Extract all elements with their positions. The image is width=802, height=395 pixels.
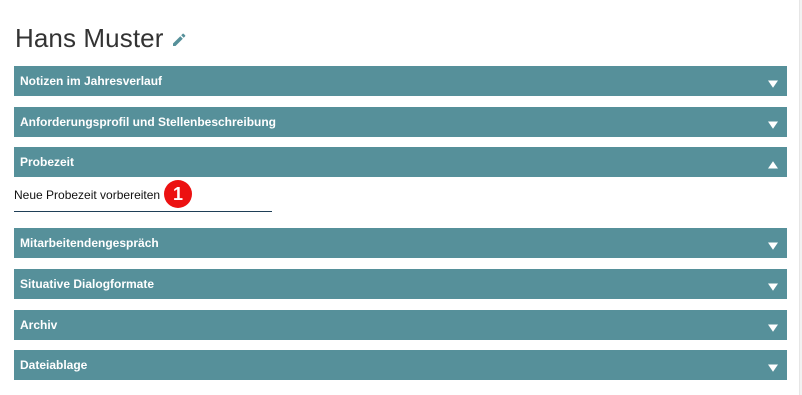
main-card: Hans Muster Notizen im Jahresverlauf Anf… xyxy=(0,0,800,395)
accordion-label: Mitarbeitendengespräch xyxy=(20,236,159,250)
page-title: Hans Muster xyxy=(15,22,164,53)
triangle-down-icon[interactable] xyxy=(767,76,779,88)
accordion-mitarbeitendengespraech[interactable]: Mitarbeitendengespräch xyxy=(14,228,787,258)
accordion-dateiablage[interactable]: Dateiablage xyxy=(14,350,787,380)
page-header: Hans Muster xyxy=(15,20,187,56)
triangle-up-icon[interactable] xyxy=(767,157,779,169)
triangle-down-icon[interactable] xyxy=(767,238,779,250)
new-probezeit-label: Neue Probezeit vorbereiten xyxy=(14,188,161,202)
new-probezeit-link[interactable]: Neue Probezeit vorbereiten xyxy=(14,187,272,212)
triangle-down-icon[interactable] xyxy=(767,320,779,332)
accordion-label: Dateiablage xyxy=(20,358,88,372)
accordion-situative-dialogformate[interactable]: Situative Dialogformate xyxy=(14,269,787,299)
pencil-icon[interactable] xyxy=(171,32,187,48)
accordion-notizen-im-jahresverlauf[interactable]: Notizen im Jahresverlauf xyxy=(14,66,787,96)
accordion-label: Anforderungsprofil und Stellenbeschreibu… xyxy=(20,115,277,129)
triangle-down-icon[interactable] xyxy=(767,279,779,291)
accordion-anforderungsprofil[interactable]: Anforderungsprofil und Stellenbeschreibu… xyxy=(14,107,787,137)
accordion-label: Situative Dialogformate xyxy=(20,277,155,291)
accordion-probezeit[interactable]: Probezeit xyxy=(14,147,787,177)
accordion-archiv[interactable]: Archiv xyxy=(14,310,787,340)
accordion-label: Archiv xyxy=(20,318,58,332)
triangle-down-icon[interactable] xyxy=(767,117,779,129)
accordion-label: Notizen im Jahresverlauf xyxy=(20,74,163,88)
accordion-label: Probezeit xyxy=(20,155,75,169)
triangle-down-icon[interactable] xyxy=(767,360,779,372)
step-number-badge: 1 xyxy=(164,180,192,208)
